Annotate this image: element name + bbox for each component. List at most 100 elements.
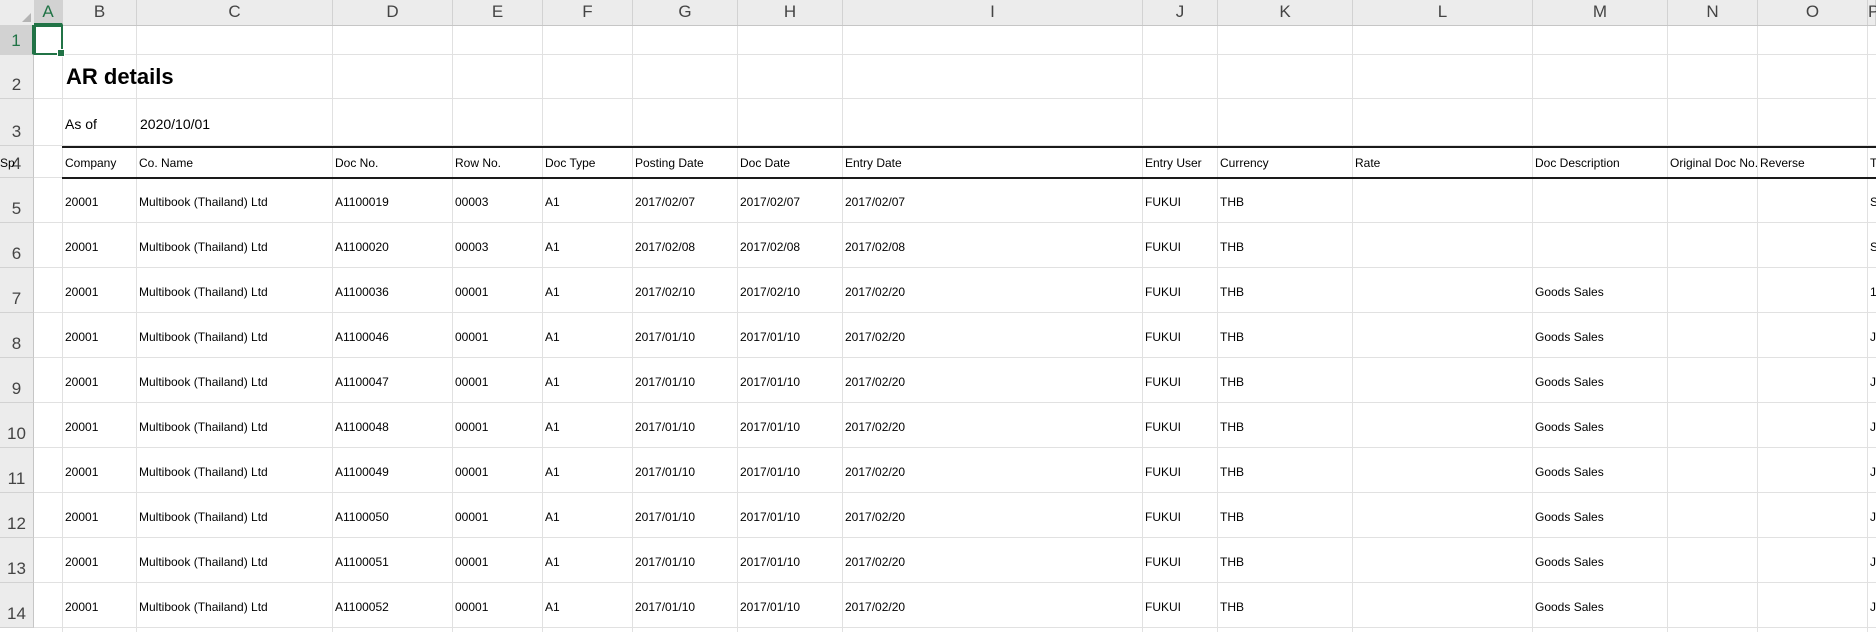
fill-handle[interactable] xyxy=(57,49,65,57)
row-header-13[interactable]: 13 xyxy=(0,538,34,583)
table-cell: 2017/02/20 xyxy=(845,600,906,614)
column-header-n[interactable]: N xyxy=(1668,0,1758,25)
column-header-c[interactable]: C xyxy=(137,0,333,25)
report-title: AR details xyxy=(66,64,174,89)
table-header-cell: Tax Invoice No. xyxy=(1870,156,1876,170)
table-cell: A1100048 xyxy=(335,420,389,434)
row-header-12[interactable]: 12 xyxy=(0,493,34,538)
row-header-8[interactable]: 8 xyxy=(0,313,34,358)
table-header-cell: Doc Type xyxy=(545,156,596,170)
table-cell: Multibook (Thailand) Ltd xyxy=(139,285,268,299)
table-cell: 2017/02/10 xyxy=(635,285,696,299)
column-header-j[interactable]: J xyxy=(1143,0,1218,25)
table-cell: THB xyxy=(1220,330,1244,344)
row-number: 1 xyxy=(11,31,21,50)
table-cell: 20001 xyxy=(65,195,99,209)
gridline-vertical xyxy=(332,25,333,632)
row-number: 12 xyxy=(7,514,26,533)
column-header-g[interactable]: G xyxy=(633,0,738,25)
column-header-l[interactable]: L xyxy=(1353,0,1533,25)
row-header-10[interactable]: 10 xyxy=(0,403,34,448)
table-cell: 2017/02/20 xyxy=(845,375,906,389)
column-header-p[interactable]: P xyxy=(1868,0,1876,25)
table-cell: Multibook (Thailand) Ltd xyxy=(139,195,268,209)
table-cell: 20001 xyxy=(65,240,99,254)
column-header-b[interactable]: B xyxy=(63,0,137,25)
column-header-d[interactable]: D xyxy=(333,0,453,25)
table-cell: Goods Sales xyxy=(1535,375,1604,389)
table-cell: 20001 xyxy=(65,285,99,299)
table-cell: THB xyxy=(1220,240,1244,254)
table-header-cell: Entry User xyxy=(1145,156,1202,170)
table-cell: 00003 xyxy=(455,195,489,209)
table-cell: THB xyxy=(1220,465,1244,479)
as-of-label: As of xyxy=(65,116,97,132)
table-cell: 2017/01/10 xyxy=(740,600,801,614)
column-header-o[interactable]: O xyxy=(1758,0,1868,25)
table-cell: Goods Sales xyxy=(1535,420,1604,434)
gridline-horizontal xyxy=(34,447,1876,448)
table-cell: FUKUI xyxy=(1145,510,1181,524)
table-cell: 20001 xyxy=(65,420,99,434)
gridline-vertical xyxy=(62,25,63,632)
table-cell: Goods Sales xyxy=(1535,510,1604,524)
column-header-h[interactable]: H xyxy=(738,0,843,25)
table-cell: A1 xyxy=(545,285,560,299)
table-cell: 2017/01/10 xyxy=(740,330,801,344)
row-number: 9 xyxy=(11,379,22,398)
table-cell: A1 xyxy=(545,600,560,614)
row-number: 8 xyxy=(11,334,22,353)
table-cell: THB xyxy=(1220,420,1244,434)
table-cell: Goods Sales xyxy=(1535,555,1604,569)
table-cell: A1100019 xyxy=(335,195,389,209)
row-header-9[interactable]: 9 xyxy=(0,358,34,403)
row-header-1[interactable]: 1 xyxy=(0,25,34,55)
row-header-7[interactable]: 7 xyxy=(0,268,34,313)
row-header-14[interactable]: 14 xyxy=(0,583,34,628)
table-cell: FUKUI xyxy=(1145,195,1181,209)
table-cell: FUKUI xyxy=(1145,555,1181,569)
gridline-vertical xyxy=(1532,25,1533,632)
gridline-horizontal xyxy=(34,54,1876,55)
table-cell: 2017/02/20 xyxy=(845,330,906,344)
table-cell: THB xyxy=(1220,555,1244,569)
column-header-a[interactable]: A xyxy=(34,0,63,25)
active-cell-a1[interactable] xyxy=(34,25,65,57)
gridline-vertical xyxy=(1757,25,1758,632)
gridline-vertical xyxy=(737,25,738,632)
gridline-vertical xyxy=(632,25,633,632)
table-header-cell: Entry Date xyxy=(845,156,902,170)
table-cell: 20001 xyxy=(65,510,99,524)
header-border-top xyxy=(62,146,1876,148)
table-cell: A1100050 xyxy=(335,510,389,524)
row-header-3[interactable]: 3 xyxy=(0,99,34,146)
row-header-2[interactable]: 2 xyxy=(0,55,34,99)
column-header-e[interactable]: E xyxy=(453,0,543,25)
table-cell: A1 xyxy=(545,555,560,569)
select-all-button[interactable] xyxy=(0,0,35,25)
table-cell: 2017/01/10 xyxy=(740,375,801,389)
table-cell: 20001 xyxy=(65,555,99,569)
table-cell: A1 xyxy=(545,375,560,389)
row-header-11[interactable]: 11 xyxy=(0,448,34,493)
table-cell: 2017/01/10 xyxy=(635,375,696,389)
row-header-5[interactable]: 5 xyxy=(0,178,34,223)
gridline-vertical xyxy=(842,25,843,632)
column-header-m[interactable]: M xyxy=(1533,0,1668,25)
table-cell: Multibook (Thailand) Ltd xyxy=(139,330,268,344)
gridline-vertical xyxy=(1667,25,1668,632)
table-cell: Goods Sales xyxy=(1535,600,1604,614)
row-number: 7 xyxy=(11,289,22,308)
column-header-i[interactable]: I xyxy=(843,0,1143,25)
table-cell: 00001 xyxy=(455,330,489,344)
column-header-f[interactable]: F xyxy=(543,0,633,25)
table-cell: A1100036 xyxy=(335,285,389,299)
column-header-bar: ABCDEFGHIJKLMNOP xyxy=(0,0,1876,26)
row-header-6[interactable]: 6 xyxy=(0,223,34,268)
table-cell: JA1603003 xyxy=(1870,420,1876,434)
select-all-icon xyxy=(22,13,31,22)
table-cell: 2017/02/20 xyxy=(845,465,906,479)
column-header-k[interactable]: K xyxy=(1218,0,1353,25)
gridline-vertical xyxy=(1217,25,1218,632)
table-cell: 2017/01/10 xyxy=(740,555,801,569)
